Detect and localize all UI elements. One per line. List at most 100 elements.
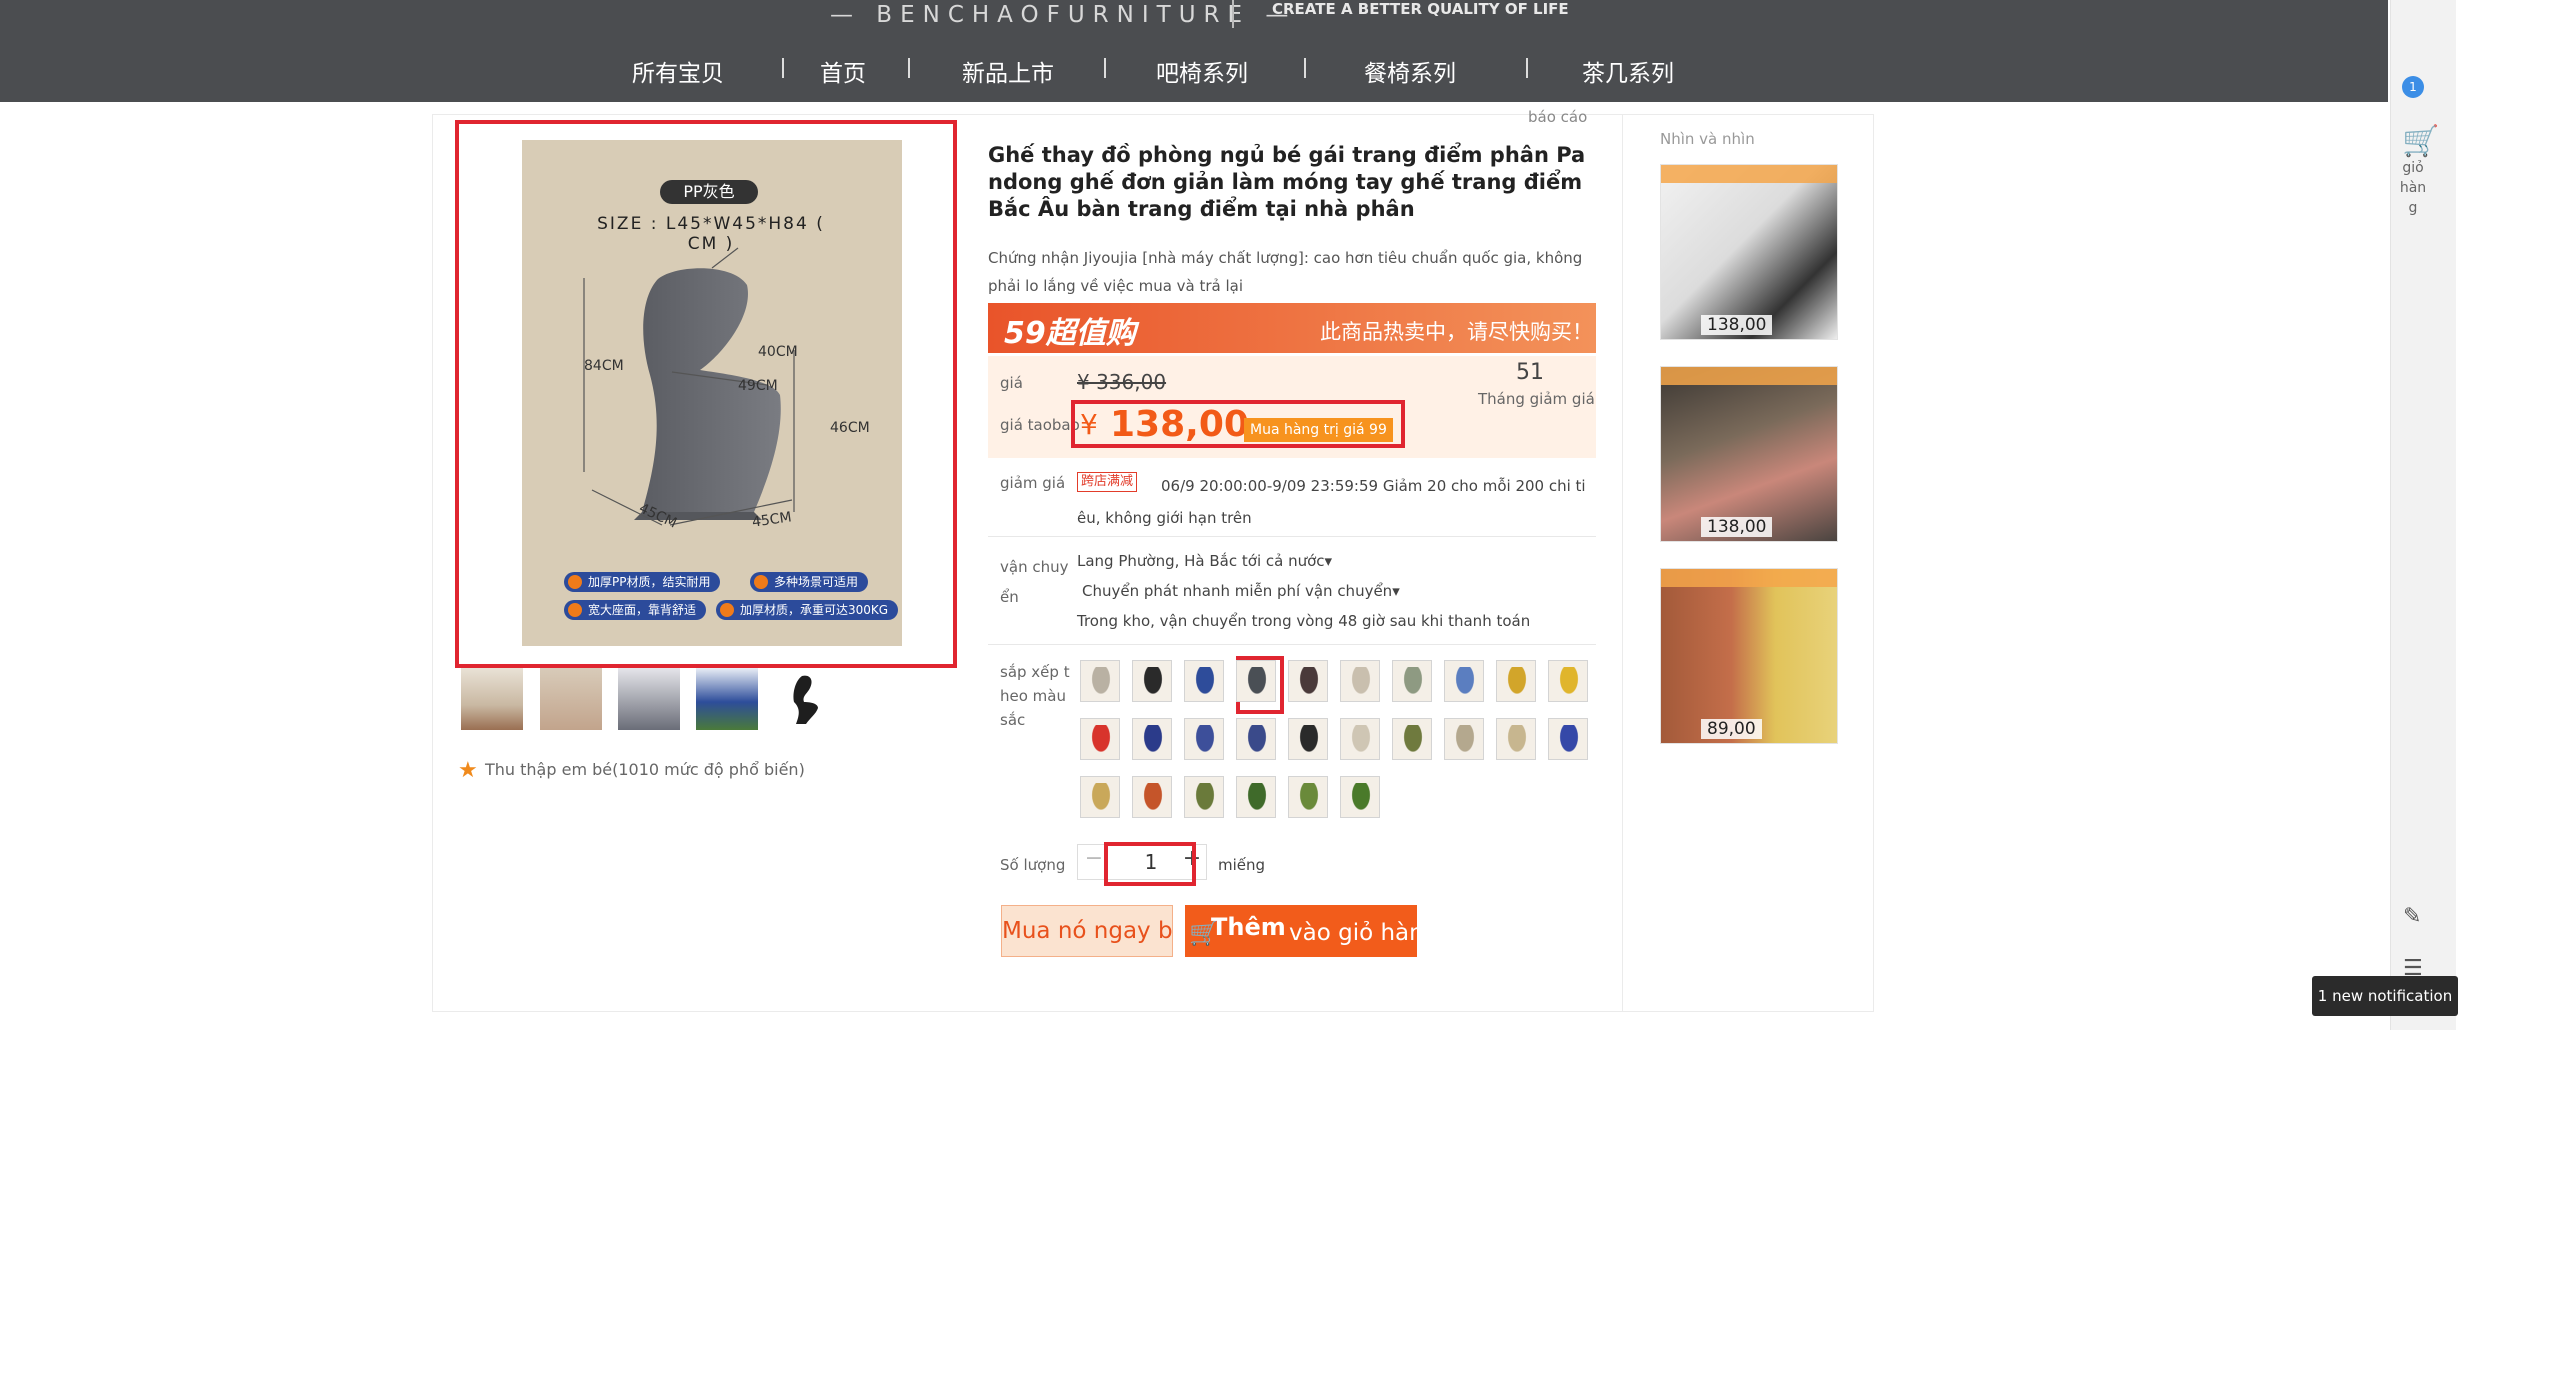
color-swatch[interactable] xyxy=(1132,776,1172,818)
add-to-cart-button[interactable]: 🛒 Thêm vào giỏ hàng xyxy=(1185,905,1438,957)
color-swatch[interactable] xyxy=(1236,776,1276,818)
promo-text: 此商品热卖中，请尽快购买！ xyxy=(1320,320,1593,344)
notification-tooltip: 1 new notification xyxy=(2312,976,2458,1016)
discount-tag: 跨店满减 xyxy=(1077,472,1138,492)
original-price: ¥ 336,00 xyxy=(1077,370,1167,394)
favorite-link[interactable]: Thu thập em bé(1010 mức độ phổ biến) xyxy=(485,760,805,779)
color-swatch[interactable] xyxy=(1548,718,1588,760)
color-swatch[interactable] xyxy=(1184,776,1224,818)
color-swatch[interactable] xyxy=(1340,718,1380,760)
monthly-sales-label: Tháng giảm giá xyxy=(1478,390,1595,408)
rail-cart-label[interactable]: giỏ hàng xyxy=(2396,158,2430,218)
related-price: 138,00 xyxy=(1701,517,1773,537)
quantity-highlight-frame xyxy=(1104,842,1196,886)
star-icon[interactable]: ★ xyxy=(458,758,478,783)
color-swatch[interactable] xyxy=(1236,718,1276,760)
related-banner xyxy=(1661,165,1837,183)
discount-label: giảm giá xyxy=(1000,474,1066,492)
taobao-price-label: giá taobao xyxy=(1000,416,1080,434)
related-banner xyxy=(1661,569,1837,587)
color-swatch[interactable] xyxy=(1132,660,1172,702)
color-swatch[interactable] xyxy=(1288,776,1328,818)
color-swatch[interactable] xyxy=(1288,660,1328,702)
color-swatch[interactable] xyxy=(1184,718,1224,760)
nav-separator xyxy=(1104,58,1106,78)
color-swatch[interactable] xyxy=(1496,660,1536,702)
add-to-cart-label-2: vào giỏ hàng xyxy=(1289,920,1439,946)
related-price: 89,00 xyxy=(1701,719,1762,739)
swatch-chair-icon xyxy=(1090,725,1112,755)
related-price: 138,00 xyxy=(1701,315,1773,335)
nav-home[interactable]: 首页 xyxy=(820,54,866,88)
swatch-chair-icon xyxy=(1402,667,1424,697)
product-title: Ghế thay đồ phòng ngủ bé gái trang điểm … xyxy=(988,143,1586,221)
related-title: Nhìn và nhìn xyxy=(1660,130,1755,148)
related-item-1[interactable]: 138,00 xyxy=(1660,164,1838,340)
swatch-chair-icon xyxy=(1246,667,1268,697)
nav-separator xyxy=(782,58,784,78)
nav-bar-chairs[interactable]: 吧椅系列 xyxy=(1156,54,1248,88)
swatch-chair-icon xyxy=(1350,667,1372,697)
promo-logo: 59超值购 xyxy=(1004,316,1136,351)
swatch-chair-icon xyxy=(1246,783,1268,813)
swatch-chair-icon xyxy=(1350,725,1372,755)
thumbnail-3[interactable] xyxy=(618,668,680,730)
quantity-unit: miếng xyxy=(1218,856,1266,874)
color-swatch[interactable] xyxy=(1548,660,1588,702)
color-swatch[interactable] xyxy=(1236,660,1276,702)
cart-icon[interactable]: 🛒 xyxy=(2402,124,2439,159)
color-swatch[interactable] xyxy=(1444,718,1484,760)
buy-now-button[interactable]: Mua nó ngay bây giờ xyxy=(1001,905,1173,957)
swatch-chair-icon xyxy=(1298,667,1320,697)
nav-separator xyxy=(1526,58,1528,78)
swatch-chair-icon xyxy=(1246,725,1268,755)
divider xyxy=(988,536,1596,537)
color-swatch[interactable] xyxy=(1080,718,1120,760)
color-swatch[interactable] xyxy=(1340,660,1380,702)
swatch-chair-icon xyxy=(1558,725,1580,755)
color-swatch[interactable] xyxy=(1080,660,1120,702)
color-swatch[interactable] xyxy=(1080,776,1120,818)
swatch-chair-icon xyxy=(1298,725,1320,755)
related-item-3[interactable]: 89,00 xyxy=(1660,568,1838,744)
nav-coffee-tables[interactable]: 茶几系列 xyxy=(1582,54,1674,88)
swatch-chair-icon xyxy=(1350,783,1372,813)
related-item-2[interactable]: 138,00 xyxy=(1660,366,1838,542)
brand-tagline: CREATE A BETTER QUALITY OF LIFE xyxy=(1272,0,1569,18)
monthly-sales-count: 51 xyxy=(1516,360,1544,385)
quantity-decrease-button[interactable]: − xyxy=(1082,846,1106,871)
nav-new-arrivals[interactable]: 新品上市 xyxy=(962,54,1054,88)
nav-dining-chairs[interactable]: 餐椅系列 xyxy=(1364,54,1456,88)
thumbnail-5[interactable] xyxy=(774,668,836,730)
edit-icon[interactable]: ✎ xyxy=(2403,904,2421,929)
brand-divider xyxy=(1232,0,1234,28)
shipping-origin[interactable]: Lang Phường, Hà Bắc tới cả nước▾ xyxy=(1077,552,1332,570)
shipping-label: vận chuyển xyxy=(1000,558,1069,606)
color-swatch[interactable] xyxy=(1392,660,1432,702)
report-link[interactable]: báo cáo xyxy=(1528,108,1587,126)
swatch-chair-icon xyxy=(1454,667,1476,697)
color-swatch[interactable] xyxy=(1340,776,1380,818)
thumbnail-1[interactable] xyxy=(461,668,523,730)
color-swatch[interactable] xyxy=(1132,718,1172,760)
swatch-chair-icon xyxy=(1298,783,1320,813)
swatch-chair-icon xyxy=(1506,725,1528,755)
swatch-chair-icon xyxy=(1194,783,1216,813)
color-swatch[interactable] xyxy=(1496,718,1536,760)
shipping-method[interactable]: Chuyển phát nhanh miễn phí vận chuyển▾ xyxy=(1082,582,1400,600)
thumbnail-4[interactable] xyxy=(696,668,758,730)
notification-badge[interactable]: 1 xyxy=(2402,76,2424,98)
price-label: giá xyxy=(1000,374,1023,392)
color-swatch[interactable] xyxy=(1444,660,1484,702)
nav-all-items[interactable]: 所有宝贝 xyxy=(632,54,724,88)
brand-logo[interactable]: — BENCHAOFURNITURE — xyxy=(830,2,1296,28)
color-swatch[interactable] xyxy=(1184,660,1224,702)
color-swatch[interactable] xyxy=(1288,718,1328,760)
swatch-chair-icon xyxy=(1558,667,1580,697)
swatch-chair-icon xyxy=(1142,725,1164,755)
divider xyxy=(988,644,1596,645)
thumbnail-2[interactable] xyxy=(540,668,602,730)
swatch-chair-icon xyxy=(1090,667,1112,697)
column-divider xyxy=(1622,114,1623,1012)
color-swatch[interactable] xyxy=(1392,718,1432,760)
